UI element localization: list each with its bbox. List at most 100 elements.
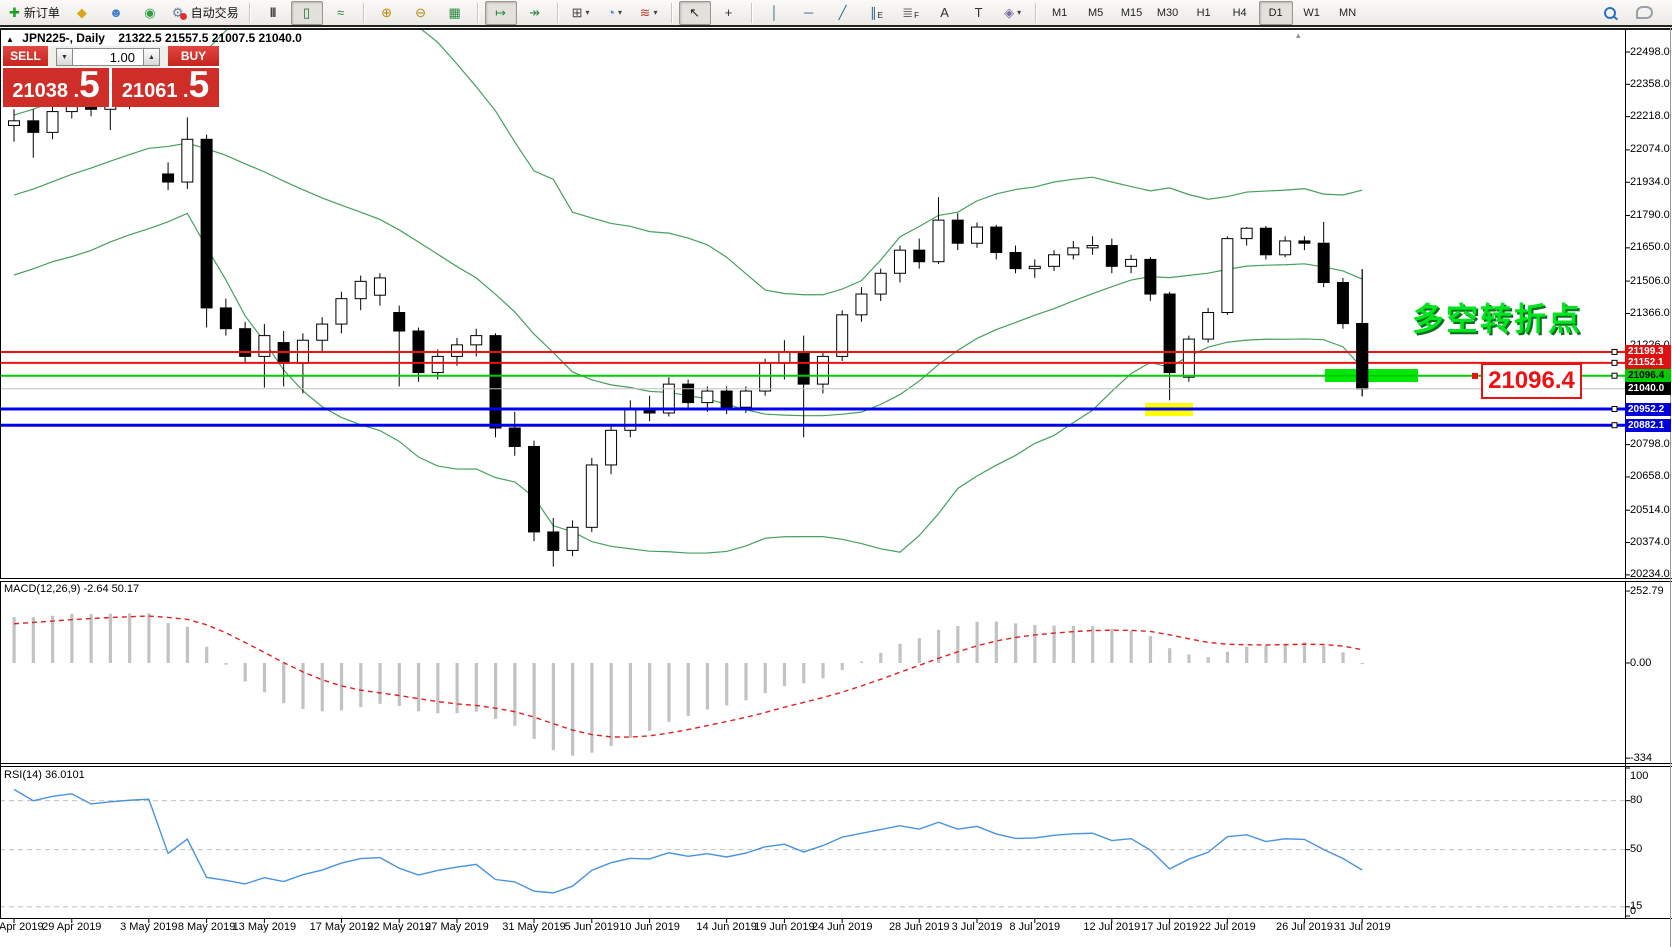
macd-histogram-bar <box>1361 663 1364 664</box>
toolbar-separator <box>249 3 251 23</box>
tf-m15-label: M15 <box>1121 7 1142 19</box>
tf-h1-button[interactable]: H1 <box>1187 1 1221 25</box>
candle-body <box>509 428 520 446</box>
panel-separator <box>0 579 1672 581</box>
zoom-out-button[interactable]: ⊖ <box>405 1 437 25</box>
sell-button[interactable]: SELL <box>3 46 48 68</box>
buy-price-pips: 5 <box>189 66 210 104</box>
date-tick-label[interactable]: 10 Jun 2019 <box>612 921 688 933</box>
tf-mn-label: MN <box>1339 7 1356 19</box>
candle-body <box>625 410 636 431</box>
candle-body <box>1145 259 1156 294</box>
line-endpoint-handle[interactable] <box>1612 360 1617 365</box>
line-endpoint-handle[interactable] <box>1612 373 1617 378</box>
volume-up-button[interactable]: ▲ <box>143 48 160 66</box>
panel-toggle-icon[interactable]: ▴ <box>1296 30 1301 41</box>
turning-point-annotation: 多空转折点 <box>1412 294 1582 340</box>
chart-canvas[interactable] <box>0 0 1672 947</box>
channel-button[interactable]: ∥E <box>861 1 893 25</box>
vertical-line-button[interactable]: │ <box>759 1 791 25</box>
market-button[interactable]: ☻ <box>100 1 132 25</box>
tf-w1-button[interactable]: W1 <box>1295 1 1329 25</box>
auto-scroll-button[interactable]: ↦ <box>485 1 517 25</box>
tf-m5-button[interactable]: M5 <box>1079 1 1113 25</box>
tf-m30-button[interactable]: M30 <box>1151 1 1185 25</box>
candle-body <box>548 532 559 550</box>
line-handle-icon[interactable] <box>1472 373 1478 379</box>
date-tick-label[interactable]: 29 Apr 2019 <box>34 921 110 933</box>
candle <box>1222 236 1233 315</box>
chart-shift-button[interactable]: ↠ <box>519 1 551 25</box>
collapse-icon[interactable]: ▲ <box>6 35 14 44</box>
chat-button[interactable] <box>1628 1 1660 25</box>
macd-histogram-bar <box>244 663 247 681</box>
tile-windows-button[interactable]: ▦ <box>439 1 471 25</box>
profiles-button[interactable]: ◔▾ <box>599 1 631 25</box>
candle <box>586 458 597 532</box>
auto-trading-button[interactable]: ⚙自动交易 <box>168 1 243 25</box>
macd-histogram-bar <box>918 638 921 663</box>
signals-icon: ◉ <box>144 5 155 21</box>
tf-h4-button[interactable]: H4 <box>1223 1 1257 25</box>
macd-histogram-bar <box>976 622 979 663</box>
price-tick-label: 20514.0 <box>1630 504 1670 516</box>
new-order-button[interactable]: ✚新订单 <box>5 1 64 25</box>
date-tick-label[interactable]: 24 Jun 2019 <box>804 921 880 933</box>
macd-histogram-bar <box>32 617 35 663</box>
candle-body <box>529 446 540 531</box>
tf-d1-button[interactable]: D1 <box>1259 1 1293 25</box>
sell-price-display[interactable]: 21038 .5 <box>3 66 109 107</box>
volume-down-button[interactable]: ▼ <box>56 48 73 66</box>
line-endpoint-handle[interactable] <box>1612 349 1617 354</box>
bar-chart-button[interactable]: ||| <box>257 1 289 25</box>
tf-m1-button[interactable]: M1 <box>1043 1 1077 25</box>
price-tick-label: 20798.0 <box>1630 438 1670 450</box>
channel-icon: ∥ <box>870 5 877 21</box>
price-annotation-box[interactable]: 21096.4 <box>1481 363 1582 399</box>
indicators-button[interactable]: ≋▾ <box>633 1 665 25</box>
current-price-badge: 21040.0 <box>1625 382 1671 395</box>
candle-body <box>567 527 578 550</box>
vertical-line-icon: │ <box>771 5 779 20</box>
dropdown-caret-icon: ▾ <box>1017 8 1021 17</box>
candle-body <box>490 336 501 428</box>
line-chart-button[interactable]: ≈ <box>325 1 357 25</box>
date-tick-label[interactable]: 22 Jul 2019 <box>1189 921 1265 933</box>
rsi-tick-label: 0 <box>1630 905 1636 917</box>
date-tick-label[interactable]: 27 May 2019 <box>419 921 495 933</box>
macd-histogram-bar <box>1341 652 1344 663</box>
candle-body <box>856 294 867 315</box>
cursor-button[interactable]: ↖ <box>679 1 711 25</box>
tf-mn-button[interactable]: MN <box>1331 1 1365 25</box>
crosshair-button[interactable]: + <box>713 1 745 25</box>
horizontal-line-button[interactable]: ─ <box>793 1 825 25</box>
macd-histogram-bar <box>513 663 516 726</box>
macd-histogram-bar <box>398 663 401 706</box>
macd-histogram-bar <box>648 663 651 731</box>
line-endpoint-handle[interactable] <box>1612 407 1617 412</box>
line-endpoint-handle[interactable] <box>1612 423 1617 428</box>
signals-button[interactable]: ◉ <box>134 1 166 25</box>
candlestick-chart-button[interactable]: ▯ <box>291 1 323 25</box>
zoom-in-button[interactable]: ⊕ <box>371 1 403 25</box>
buy-price-display[interactable]: 21061 .5 <box>112 66 219 107</box>
text-label-button[interactable]: T <box>963 1 995 25</box>
macd-histogram-bar <box>455 663 458 713</box>
date-tick-label[interactable]: 13 May 2019 <box>226 921 302 933</box>
text-button[interactable]: A <box>929 1 961 25</box>
macd-histogram-bar <box>841 663 844 670</box>
date-tick-label[interactable]: 31 Jul 2019 <box>1324 921 1400 933</box>
candle-body <box>9 121 20 126</box>
date-tick-label[interactable]: 8 Jul 2019 <box>997 921 1073 933</box>
candle-body <box>1318 243 1329 282</box>
fibonacci-button[interactable]: ≣F <box>895 1 927 25</box>
history-center-button[interactable]: ◆ <box>66 1 98 25</box>
shapes-button[interactable]: ◈▾ <box>997 1 1029 25</box>
search-button[interactable] <box>1594 1 1626 25</box>
new-chart-button[interactable]: ⊞▾ <box>565 1 597 25</box>
tf-m15-button[interactable]: M15 <box>1115 1 1149 25</box>
toolbar-separator <box>363 3 365 23</box>
candle <box>837 310 848 361</box>
toolbar-separator <box>557 3 559 23</box>
trendline-button[interactable]: ╱ <box>827 1 859 25</box>
